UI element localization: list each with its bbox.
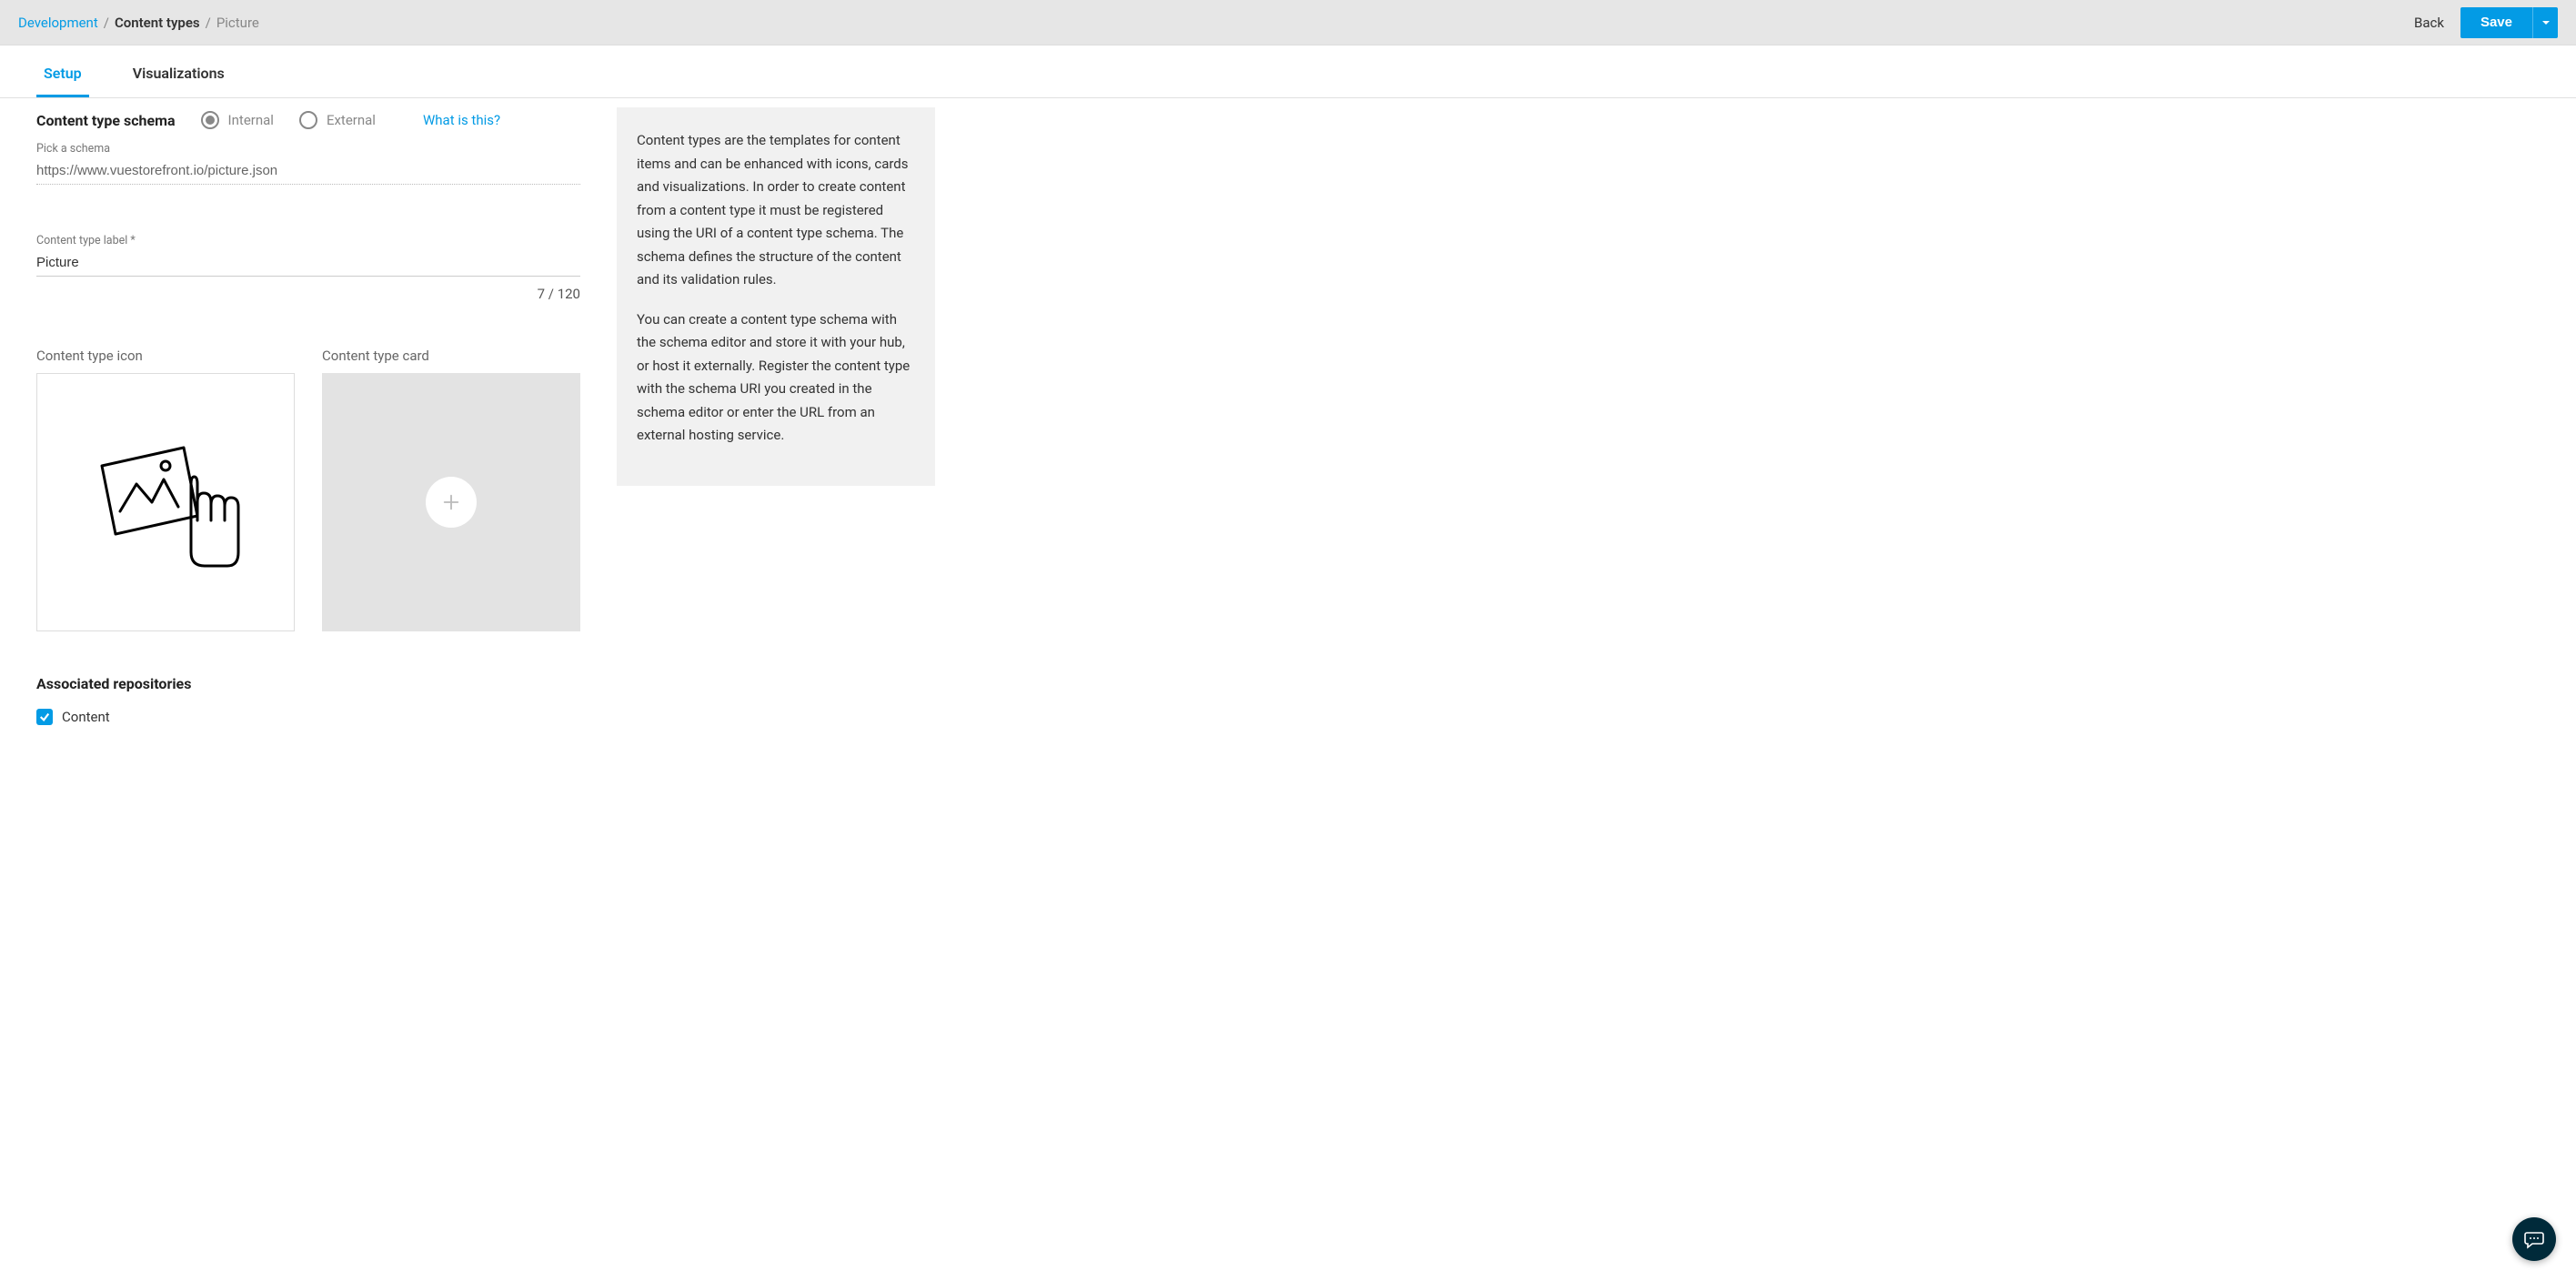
schema-title: Content type schema — [36, 112, 176, 129]
radio-internal[interactable] — [201, 111, 219, 129]
content-scroll[interactable]: Content type schema Internal External Wh… — [0, 98, 2576, 1281]
content-type-card-box[interactable] — [322, 373, 580, 631]
save-button[interactable]: Save — [2460, 7, 2532, 38]
repo-checkbox-content[interactable] — [36, 709, 53, 725]
top-actions: Back Save — [2414, 7, 2558, 38]
associated-repos-title: Associated repositories — [36, 675, 580, 692]
icon-label: Content type icon — [36, 348, 295, 364]
label-counter: 7 / 120 — [36, 286, 580, 302]
breadcrumb-sep: / — [104, 15, 109, 31]
repo-label: Content — [62, 709, 110, 725]
add-card-button[interactable] — [426, 477, 477, 528]
tab-visualizations[interactable]: Visualizations — [126, 65, 232, 97]
radio-internal-label: Internal — [228, 112, 274, 128]
save-button-group: Save — [2460, 7, 2558, 38]
media-row: Content type icon Content type card — [36, 348, 580, 631]
radio-external[interactable] — [299, 111, 317, 129]
pick-schema-label: Pick a schema — [36, 142, 580, 156]
schema-url-input[interactable] — [36, 157, 580, 185]
repo-row: Content — [36, 709, 580, 725]
top-bar: Development / Content types / Picture Ba… — [0, 0, 2576, 45]
breadcrumb: Development / Content types / Picture — [18, 15, 259, 31]
back-button[interactable]: Back — [2414, 15, 2444, 31]
content-type-icon-box[interactable] — [36, 373, 295, 631]
card-block: Content type card — [322, 348, 580, 631]
plus-icon — [441, 492, 461, 512]
chat-icon — [2523, 1228, 2545, 1250]
chevron-down-icon — [2541, 18, 2551, 27]
breadcrumb-sep: / — [206, 15, 211, 31]
schema-row: Content type schema Internal External Wh… — [36, 111, 580, 129]
radio-internal-group[interactable]: Internal — [201, 111, 274, 129]
check-icon — [39, 711, 50, 722]
save-dropdown-button[interactable] — [2532, 7, 2558, 38]
card-label: Content type card — [322, 348, 580, 364]
radio-external-group[interactable]: External — [299, 111, 376, 129]
icon-block: Content type icon — [36, 348, 295, 631]
radio-external-label: External — [327, 112, 376, 128]
picture-hand-icon — [84, 434, 247, 570]
breadcrumb-content-types[interactable]: Content types — [115, 15, 200, 31]
chat-fab[interactable] — [2512, 1217, 2556, 1261]
help-paragraph-1: Content types are the templates for cont… — [637, 129, 915, 292]
content-type-label-input[interactable] — [36, 249, 580, 277]
tab-setup[interactable]: Setup — [36, 65, 89, 97]
breadcrumb-current: Picture — [216, 15, 259, 31]
what-is-this-link[interactable]: What is this? — [423, 112, 500, 128]
help-paragraph-2: You can create a content type schema wit… — [637, 308, 915, 448]
tabs-bar: Setup Visualizations — [0, 45, 2576, 98]
content-type-label-title: Content type label * — [36, 234, 580, 247]
breadcrumb-development[interactable]: Development — [18, 15, 98, 31]
main-column: Content type schema Internal External Wh… — [0, 98, 617, 762]
help-panel: Content types are the templates for cont… — [617, 107, 935, 486]
